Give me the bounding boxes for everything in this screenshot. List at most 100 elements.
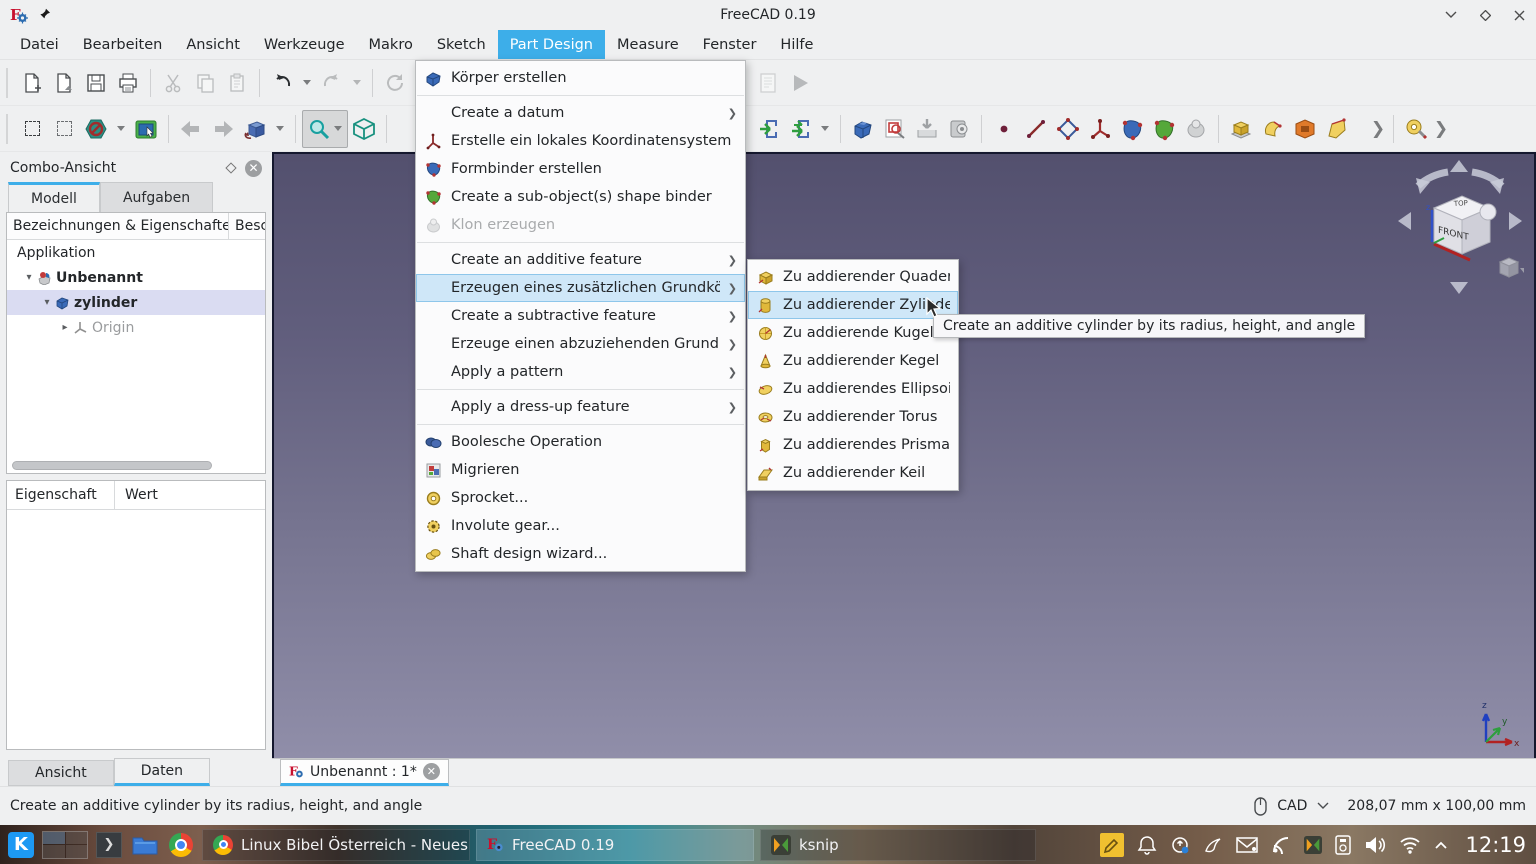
expander-open-icon[interactable]: ▾ — [21, 272, 37, 283]
volume-icon[interactable] — [1364, 835, 1386, 855]
menu-item-additive-sphere[interactable]: Zu addierende Kugel — [748, 319, 958, 347]
select-mode-button[interactable] — [130, 110, 162, 148]
app-launcher-button[interactable]: K — [6, 830, 36, 860]
print-button[interactable] — [112, 64, 144, 102]
rotate-right-icon[interactable] — [1509, 212, 1522, 230]
tab-daten[interactable]: Daten — [114, 758, 210, 786]
property-column-header[interactable]: Eigenschaft — [7, 481, 115, 509]
terminal-launcher[interactable]: ❯ — [94, 830, 124, 860]
navigate-forward-button[interactable] — [207, 110, 239, 148]
tab-ansicht[interactable]: Ansicht — [8, 760, 114, 786]
horizontal-scrollbar[interactable] — [12, 461, 212, 470]
export-all-button[interactable] — [784, 110, 816, 148]
ksnip-tray-icon[interactable] — [1304, 836, 1322, 854]
rotate-up-icon[interactable] — [1450, 160, 1468, 172]
undo-button[interactable] — [266, 64, 298, 102]
rotate-down-icon[interactable] — [1450, 282, 1468, 294]
new-document-button[interactable] — [16, 64, 48, 102]
expand-tray-icon[interactable] — [1434, 840, 1448, 850]
minimize-button[interactable] — [1444, 8, 1458, 22]
menu-werkzeuge[interactable]: Werkzeuge — [252, 30, 357, 59]
tree-item-applikation[interactable]: Applikation — [7, 240, 265, 265]
tree-column-header[interactable]: Bezeichnungen & Eigenschaften — [7, 213, 229, 239]
menu-bearbeiten[interactable]: Bearbeiten — [71, 30, 175, 59]
paste-button[interactable] — [221, 64, 253, 102]
taskbar-task-ksnip[interactable]: ksnip — [760, 829, 1036, 861]
file-manager-launcher[interactable] — [130, 830, 160, 860]
measure-tape-button[interactable] — [1400, 110, 1432, 148]
box-selection-button[interactable] — [16, 110, 48, 148]
menu-item-additive-prism[interactable]: Zu addierendes Prisma — [748, 431, 958, 459]
menu-item-boolesche-operation[interactable]: Boolesche Operation — [416, 428, 745, 456]
local-coordinate-system-button[interactable] — [1084, 110, 1116, 148]
menu-item-sprocket[interactable]: Sprocket... — [416, 484, 745, 512]
virtual-desktop-pager[interactable] — [42, 831, 88, 859]
macro-edit-button[interactable] — [752, 64, 784, 102]
edit-sketch-button[interactable] — [879, 110, 911, 148]
create-rhombus-button[interactable] — [1052, 110, 1084, 148]
close-button[interactable] — [1512, 8, 1526, 22]
export-selection-button[interactable] — [752, 110, 784, 148]
menu-item-apply-pattern[interactable]: Apply a pattern — [416, 358, 745, 386]
stop-operation-button[interactable] — [80, 110, 112, 148]
tree-item-unbenannt[interactable]: ▾ Unbenannt — [7, 265, 265, 290]
tab-modell[interactable]: Modell — [8, 182, 100, 212]
close-panel-icon[interactable]: ✕ — [245, 160, 262, 177]
zoom-button[interactable] — [302, 110, 348, 148]
shape-binder-button[interactable] — [1116, 110, 1148, 148]
expander-closed-icon[interactable]: ▸ — [57, 322, 73, 333]
document-tab[interactable]: F Unbenannt : 1* ✕ — [280, 759, 449, 786]
export-dropdown[interactable] — [816, 110, 834, 148]
menu-datei[interactable]: Datei — [8, 30, 71, 59]
menu-hilfe[interactable]: Hilfe — [768, 30, 825, 59]
tree-item-origin[interactable]: ▸ Origin — [7, 315, 265, 340]
taskbar-task-freecad[interactable]: F FreeCAD 0.19 — [476, 829, 754, 861]
pocket-button[interactable] — [1289, 110, 1321, 148]
loft-button[interactable] — [1321, 110, 1353, 148]
menu-item-additive-torus[interactable]: Zu addierender Torus — [748, 403, 958, 431]
open-document-button[interactable] — [48, 64, 80, 102]
navigation-cube[interactable]: TOP FRONT z — [1396, 160, 1524, 296]
close-document-icon[interactable]: ✕ — [423, 763, 440, 780]
fit-dropdown[interactable] — [271, 110, 289, 148]
clock[interactable]: 12:19 — [1465, 833, 1526, 857]
nav-style-selector[interactable]: CAD — [1277, 798, 1307, 814]
redo-dropdown[interactable] — [348, 64, 366, 102]
sticky-note-icon[interactable] — [1100, 833, 1124, 857]
notifications-bell-icon[interactable] — [1137, 835, 1157, 855]
redo-button[interactable] — [316, 64, 348, 102]
tree-item-zylinder[interactable]: ▾ zylinder — [7, 290, 265, 315]
network-feed-icon[interactable] — [1271, 835, 1291, 855]
macro-execute-button[interactable] — [784, 64, 816, 102]
import-button[interactable] — [911, 110, 943, 148]
sub-shape-binder-button[interactable] — [1148, 110, 1180, 148]
toolbar-grip[interactable] — [6, 114, 10, 144]
updates-icon[interactable] — [1170, 835, 1190, 855]
menu-item-formbinder[interactable]: Formbinder erstellen — [416, 155, 745, 183]
mail-icon[interactable] — [1236, 836, 1258, 854]
menu-measure[interactable]: Measure — [605, 30, 691, 59]
isometric-view-button[interactable] — [348, 110, 380, 148]
input-gestures-icon[interactable] — [1203, 835, 1223, 855]
more-measure-button[interactable]: ❯ — [1432, 110, 1450, 148]
menu-item-abzuziehender-grundkoerper[interactable]: Erzeuge einen abzuziehenden Grundkörper — [416, 330, 745, 358]
menu-ansicht[interactable]: Ansicht — [174, 30, 252, 59]
create-point-button[interactable] — [988, 110, 1020, 148]
menu-item-lokales-koordinatensystem[interactable]: Erstelle ein lokales Koordinatensystem — [416, 127, 745, 155]
menu-sketch[interactable]: Sketch — [425, 30, 498, 59]
menu-item-create-additive-feature[interactable]: Create an additive feature — [416, 246, 745, 274]
menu-makro[interactable]: Makro — [357, 30, 425, 59]
tree-column-header[interactable]: Besch — [229, 218, 265, 234]
maximize-button[interactable] — [1478, 8, 1492, 22]
copy-button[interactable] — [189, 64, 221, 102]
float-panel-icon[interactable] — [225, 162, 236, 173]
wifi-icon[interactable] — [1399, 836, 1421, 854]
box-element-selection-button[interactable] — [48, 110, 80, 148]
toolbar-grip[interactable] — [6, 68, 10, 98]
menu-item-additive-wedge[interactable]: Zu addierender Keil — [748, 459, 958, 487]
create-line-button[interactable] — [1020, 110, 1052, 148]
menu-item-additive-box[interactable]: Zu addierender Quader — [748, 263, 958, 291]
more-tools-button[interactable]: ❯ — [1369, 110, 1387, 148]
pad-button[interactable] — [1225, 110, 1257, 148]
clone-button[interactable] — [1180, 110, 1212, 148]
